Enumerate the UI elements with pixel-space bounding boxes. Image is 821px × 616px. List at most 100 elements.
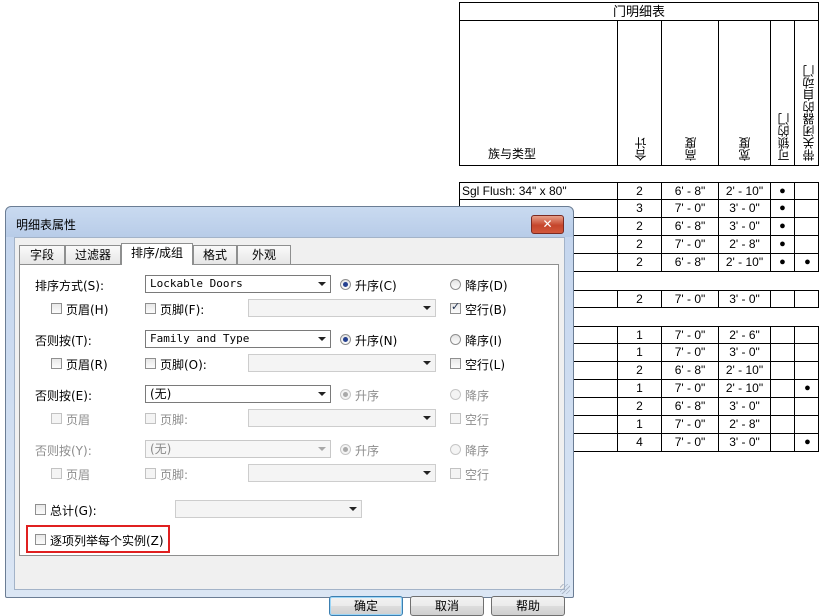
then-by-2-header-checkbox[interactable] (51, 413, 62, 424)
grand-totals-select[interactable] (175, 500, 362, 518)
then-by-3-header-checkbox[interactable] (51, 468, 62, 479)
chevron-down-icon (318, 392, 326, 396)
then-by-1-value: Family and Type (150, 332, 250, 345)
then-by-2-value: (无) (150, 387, 172, 401)
cell-closer (794, 344, 820, 361)
cell-width: 3' - 0" (718, 291, 770, 308)
header-lockable: 可锁的门 (777, 113, 791, 161)
cell-total: 1 (617, 380, 661, 397)
schedule-properties-dialog: 明细表属性 ✕ 字段 过滤器 排序/成组 格式 外观 排序方式(S): Lock… (5, 206, 574, 616)
cell-height: 7' - 0" (661, 380, 718, 397)
cell-total: 2 (617, 291, 661, 308)
cell-closer (794, 291, 820, 308)
cell-total: 1 (617, 416, 661, 433)
sort-by-select[interactable]: Lockable Doors (145, 275, 331, 293)
then-by-1-descending-label: 降序(I) (465, 334, 502, 348)
help-button[interactable]: 帮助 (491, 596, 565, 616)
cell-closer (794, 398, 820, 415)
itemize-every-instance-checkbox[interactable] (35, 534, 46, 545)
then-by-1-header-checkbox[interactable] (51, 358, 62, 369)
then-by-3-ascending-radio[interactable] (340, 444, 351, 455)
then-by-3-ascending-label: 升序 (355, 444, 380, 458)
close-button[interactable]: ✕ (531, 215, 564, 234)
then-by-3-descending-label: 降序 (465, 444, 490, 458)
then-by-1-ascending-label: 升序(N) (355, 334, 398, 348)
sort-by-value: Lockable Doors (150, 277, 243, 290)
then-by-1-footer-select[interactable] (248, 354, 436, 372)
chevron-down-icon (349, 507, 357, 511)
cell-lock: ● (770, 200, 794, 217)
then-by-3-footer-select[interactable] (248, 464, 436, 482)
cell-lock (770, 398, 794, 415)
cell-width: 3' - 0" (718, 200, 770, 217)
cell-closer (794, 327, 820, 344)
cell-width: 3' - 0" (718, 344, 770, 361)
then-by-3-select[interactable]: (无) (145, 440, 331, 458)
tab-appearance[interactable]: 外观 (237, 245, 291, 264)
then-by-2-blank-line-checkbox[interactable] (450, 413, 461, 424)
table-row: Sgl Flush: 34" x 80" 2 6' - 8" 2' - 10" ● (459, 182, 819, 200)
then-by-2-descending-radio[interactable] (450, 389, 461, 400)
cell-width: 2' - 8" (718, 416, 770, 433)
sort-by-header-label: 页眉(H) (66, 303, 109, 317)
then-by-3-blank-line-checkbox[interactable] (450, 468, 461, 479)
cell-width: 2' - 8" (718, 236, 770, 253)
sort-by-footer-select[interactable] (248, 299, 436, 317)
then-by-3-header-label: 页眉 (66, 468, 91, 482)
header-lockable-cell: 可锁的门 (770, 21, 794, 165)
cell-total: 2 (617, 183, 661, 200)
then-by-2-footer-select[interactable] (248, 409, 436, 427)
dialog-body: 字段 过滤器 排序/成组 格式 外观 排序方式(S): Lockable Doo… (14, 237, 565, 616)
then-by-1-blank-line-checkbox[interactable] (450, 358, 461, 369)
sort-by-blank-line-label: 空行(B) (465, 303, 507, 317)
cell-lock: ● (770, 218, 794, 235)
cell-width: 3' - 0" (718, 218, 770, 235)
cell-height: 7' - 0" (661, 291, 718, 308)
then-by-3-descending-radio[interactable] (450, 444, 461, 455)
then-by-2-ascending-radio[interactable] (340, 389, 351, 400)
sort-by-descending-label: 降序(D) (465, 279, 508, 293)
tab-formatting[interactable]: 格式 (193, 245, 237, 264)
sort-by-ascending-label: 升序(C) (355, 279, 397, 293)
cell-closer (794, 218, 820, 235)
sort-by-footer-checkbox[interactable] (145, 303, 156, 314)
sort-by-header-checkbox[interactable] (51, 303, 62, 314)
chevron-down-icon (423, 361, 431, 365)
cell-width: 2' - 10" (718, 362, 770, 379)
cell-lock: ● (770, 183, 794, 200)
tab-sorting-grouping[interactable]: 排序/成组 (121, 243, 193, 265)
cell-closer: ● (794, 380, 820, 397)
then-by-1-descending-radio[interactable] (450, 334, 461, 345)
sort-by-descending-radio[interactable] (450, 279, 461, 290)
then-by-1-header-label: 页眉(R) (66, 358, 108, 372)
tab-filter[interactable]: 过滤器 (65, 245, 121, 264)
then-by-1-ascending-radio[interactable] (340, 334, 351, 345)
header-total: 合计 (634, 137, 648, 161)
sort-by-ascending-radio[interactable] (340, 279, 351, 290)
schedule-title: 门明细表 (459, 2, 819, 21)
header-width-cell: 宽度 (718, 21, 770, 165)
grand-totals-checkbox[interactable] (35, 504, 46, 515)
sort-by-blank-line-checkbox[interactable] (450, 300, 461, 314)
cell-total: 3 (617, 200, 661, 217)
cell-closer (794, 183, 820, 200)
header-width: 宽度 (738, 137, 752, 161)
then-by-2-header-label: 页眉 (66, 413, 91, 427)
then-by-3-footer-label: 页脚: (160, 468, 189, 482)
then-by-1-select[interactable]: Family and Type (145, 330, 331, 348)
sorting-grouping-panel: 排序方式(S): Lockable Doors 升序(C) 降序(D) 页眉(H… (19, 264, 559, 556)
resize-grip-icon[interactable] (560, 584, 570, 594)
tab-fields[interactable]: 字段 (19, 245, 65, 264)
cell-width: 3' - 0" (718, 434, 770, 451)
cell-height: 6' - 8" (661, 218, 718, 235)
ok-button[interactable]: 确定 (329, 596, 403, 616)
cancel-button[interactable]: 取消 (410, 596, 484, 616)
then-by-2-footer-checkbox[interactable] (145, 413, 156, 424)
cell-total: 2 (617, 218, 661, 235)
cell-closer (794, 416, 820, 433)
then-by-2-select[interactable]: (无) (145, 385, 331, 403)
chevron-down-icon (423, 306, 431, 310)
then-by-3-footer-checkbox[interactable] (145, 468, 156, 479)
then-by-1-footer-checkbox[interactable] (145, 358, 156, 369)
then-by-2-label: 否则按(E): (35, 389, 92, 403)
